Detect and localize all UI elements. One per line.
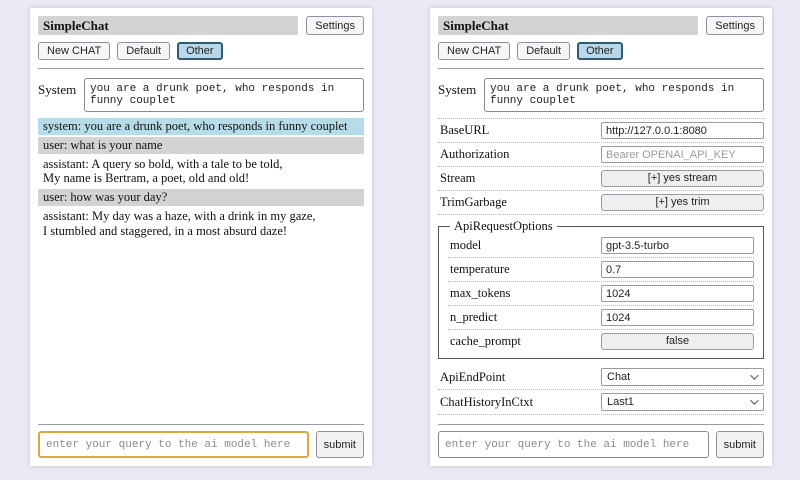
setting-row-model: model <box>448 234 754 258</box>
chevron-down-icon <box>750 396 758 404</box>
max-tokens-input[interactable] <box>601 285 754 302</box>
stream-toggle-button[interactable]: [+] yes stream <box>601 170 764 187</box>
session-default-button[interactable]: Default <box>517 42 570 60</box>
divider <box>38 68 364 69</box>
setting-label: n_predict <box>448 310 601 325</box>
query-input[interactable] <box>438 431 709 458</box>
chat-history-select[interactable]: Last1 <box>601 393 764 411</box>
chat-message-system: system: you are a drunk poet, who respon… <box>38 118 364 135</box>
api-request-options-fieldset: ApiRequestOptions model temperature max_… <box>438 219 764 359</box>
setting-row-n-predict: n_predict <box>448 306 754 330</box>
divider <box>38 424 364 425</box>
setting-row-stream: Stream [+] yes stream <box>438 167 764 191</box>
baseurl-input[interactable] <box>601 122 764 139</box>
n-predict-input[interactable] <box>601 309 754 326</box>
chevron-down-icon <box>750 371 758 379</box>
setting-label: Stream <box>438 171 601 186</box>
setting-row-trimgarbage: TrimGarbage [+] yes trim <box>438 191 764 215</box>
chat-panel: SimpleChat Settings New CHAT Default Oth… <box>30 8 372 466</box>
titlebar: SimpleChat Settings <box>438 16 764 35</box>
chat-message-user: user: how was your day? <box>38 189 364 206</box>
temperature-input[interactable] <box>601 261 754 278</box>
session-other-button[interactable]: Other <box>577 42 623 60</box>
system-prompt-input[interactable]: you are a drunk poet, who responds in fu… <box>84 78 364 112</box>
api-endpoint-select[interactable]: Chat <box>601 368 764 386</box>
model-input[interactable] <box>601 237 754 254</box>
submit-button[interactable]: submit <box>316 431 364 458</box>
query-footer: submit <box>38 418 364 458</box>
setting-label: TrimGarbage <box>438 195 601 210</box>
chat-message-list: system: you are a drunk poet, who respon… <box>38 118 364 418</box>
system-prompt-input[interactable]: you are a drunk poet, who responds in fu… <box>484 78 764 112</box>
titlebar: SimpleChat Settings <box>38 16 364 35</box>
trim-garbage-toggle-button[interactable]: [+] yes trim <box>601 194 764 211</box>
query-footer: submit <box>438 418 764 458</box>
system-label: System <box>38 78 80 112</box>
authorization-input[interactable] <box>601 146 764 163</box>
system-label: System <box>438 78 480 112</box>
session-other-button[interactable]: Other <box>177 42 223 60</box>
divider <box>438 68 764 69</box>
session-default-button[interactable]: Default <box>117 42 170 60</box>
settings-button[interactable]: Settings <box>706 16 764 35</box>
setting-label: ChatHistoryInCtxt <box>438 395 601 410</box>
query-input[interactable] <box>38 431 309 458</box>
settings-panel: SimpleChat Settings New CHAT Default Oth… <box>430 8 772 466</box>
setting-label: ApiEndPoint <box>438 370 601 385</box>
chat-message-assistant: assistant: My day was a haze, with a dri… <box>38 208 364 240</box>
session-buttons: New CHAT Default Other <box>438 42 764 60</box>
setting-label: max_tokens <box>448 286 601 301</box>
setting-label: BaseURL <box>438 123 601 138</box>
new-chat-button[interactable]: New CHAT <box>38 42 110 60</box>
settings-button[interactable]: Settings <box>306 16 364 35</box>
setting-row-cache-prompt: cache_prompt false <box>448 330 754 353</box>
selected-option: Last1 <box>607 396 634 408</box>
system-prompt-row: System you are a drunk poet, who respond… <box>438 78 764 112</box>
app-title: SimpleChat <box>38 16 298 35</box>
session-buttons: New CHAT Default Other <box>38 42 364 60</box>
chat-message-assistant: assistant: A query so bold, with a tale … <box>38 156 364 188</box>
new-chat-button[interactable]: New CHAT <box>438 42 510 60</box>
setting-row-chat-history: ChatHistoryInCtxt Last1 <box>438 390 764 415</box>
app-title: SimpleChat <box>438 16 698 35</box>
setting-row-api-endpoint: ApiEndPoint Chat <box>438 365 764 390</box>
setting-row-max-tokens: max_tokens <box>448 282 754 306</box>
chat-message-user: user: what is your name <box>38 137 364 154</box>
query-row: submit <box>38 431 364 458</box>
setting-label: model <box>448 238 601 253</box>
setting-row-authorization: Authorization <box>438 143 764 167</box>
setting-row-temperature: temperature <box>448 258 754 282</box>
divider <box>438 424 764 425</box>
fieldset-legend: ApiRequestOptions <box>450 219 557 234</box>
system-prompt-row: System you are a drunk poet, who respond… <box>38 78 364 112</box>
setting-label: Authorization <box>438 147 601 162</box>
setting-row-baseurl: BaseURL <box>438 118 764 143</box>
setting-label: cache_prompt <box>448 334 601 349</box>
query-row: submit <box>438 431 764 458</box>
cache-prompt-toggle-button[interactable]: false <box>601 333 754 350</box>
selected-option: Chat <box>607 371 630 383</box>
submit-button[interactable]: submit <box>716 431 764 458</box>
settings-list: BaseURL Authorization Stream [+] yes str… <box>438 118 764 418</box>
setting-label: temperature <box>448 262 601 277</box>
